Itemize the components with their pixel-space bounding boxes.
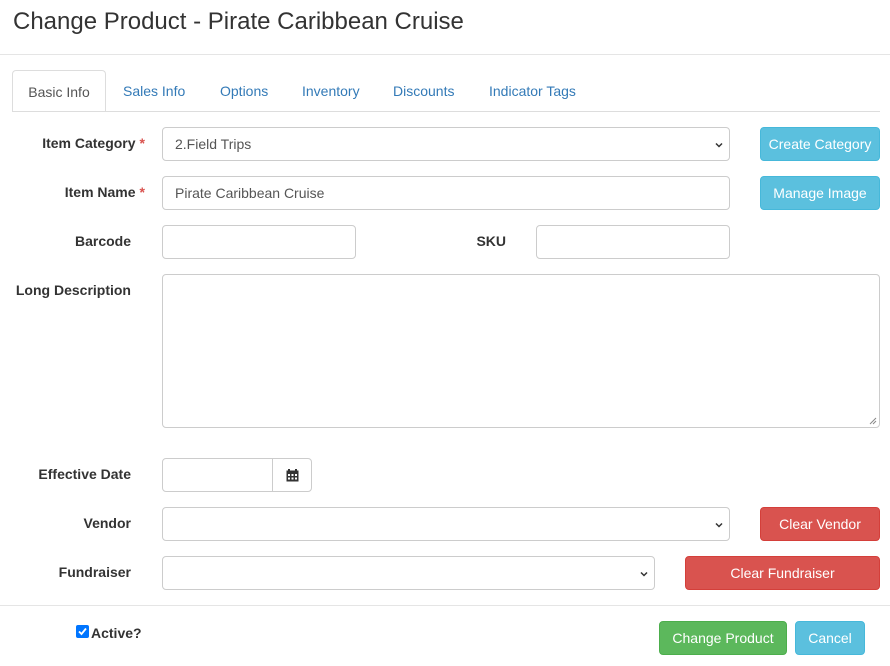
chevron-down-icon bbox=[715, 522, 723, 528]
manage-image-button[interactable]: Manage Image bbox=[760, 176, 880, 210]
vendor-select[interactable] bbox=[162, 507, 730, 541]
tab-basic-info[interactable]: Basic Info bbox=[12, 70, 106, 112]
sku-input[interactable] bbox=[536, 225, 730, 259]
tab-inventory[interactable]: Inventory bbox=[302, 70, 360, 112]
clear-fundraiser-button[interactable]: Clear Fundraiser bbox=[685, 556, 880, 590]
long-description-label: Long Description bbox=[15, 282, 131, 298]
tab-options[interactable]: Options bbox=[220, 70, 268, 112]
change-product-button[interactable]: Change Product bbox=[659, 621, 787, 655]
clear-vendor-button[interactable]: Clear Vendor bbox=[760, 507, 880, 541]
tab-indicator-tags[interactable]: Indicator Tags bbox=[489, 70, 576, 112]
fundraiser-label: Fundraiser bbox=[58, 564, 131, 580]
checkmark-icon bbox=[78, 627, 87, 636]
item-name-input[interactable]: Pirate Caribbean Cruise bbox=[162, 176, 730, 210]
required-marker: * bbox=[139, 135, 145, 151]
create-category-button[interactable]: Create Category bbox=[760, 127, 880, 161]
fundraiser-select[interactable] bbox=[162, 556, 655, 590]
tab-sales-info[interactable]: Sales Info bbox=[123, 70, 185, 112]
chevron-down-icon bbox=[715, 142, 723, 148]
item-category-label: Item Category * bbox=[42, 135, 145, 151]
calendar-icon bbox=[286, 469, 299, 482]
effective-date-input[interactable] bbox=[162, 458, 274, 492]
required-marker: * bbox=[139, 184, 145, 200]
item-category-select[interactable]: 2.Field Trips bbox=[162, 127, 730, 161]
resize-grip-icon[interactable] bbox=[869, 417, 877, 425]
chevron-down-icon bbox=[640, 571, 648, 577]
tabs-divider bbox=[12, 111, 880, 112]
modal-title: Change Product - Pirate Caribbean Cruise bbox=[13, 8, 464, 35]
barcode-label: Barcode bbox=[74, 233, 131, 249]
long-description-textarea[interactable] bbox=[162, 274, 880, 428]
header-divider bbox=[0, 54, 890, 55]
tab-discounts[interactable]: Discounts bbox=[393, 70, 454, 112]
effective-date-label: Effective Date bbox=[38, 466, 131, 482]
cancel-button[interactable]: Cancel bbox=[795, 621, 865, 655]
barcode-input[interactable] bbox=[162, 225, 356, 259]
vendor-label: Vendor bbox=[83, 515, 131, 531]
active-checkbox[interactable] bbox=[76, 625, 89, 638]
sku-label: SKU bbox=[476, 233, 506, 249]
footer-divider bbox=[0, 605, 890, 606]
active-label: Active? bbox=[91, 625, 142, 641]
item-name-label: Item Name * bbox=[64, 184, 145, 200]
date-picker-button[interactable] bbox=[272, 458, 312, 492]
